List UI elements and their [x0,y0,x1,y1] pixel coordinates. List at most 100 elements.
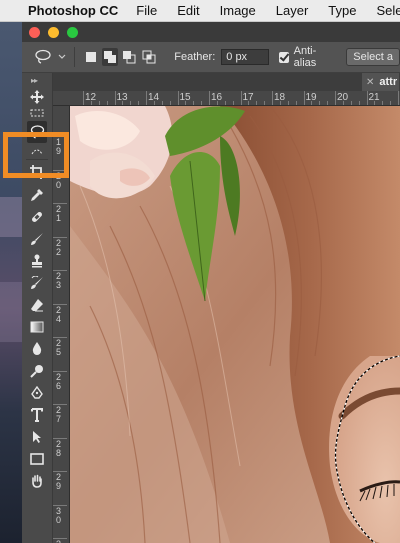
ruler-tick-label: 12 [85,92,97,103]
pen-tool-button[interactable] [27,383,47,403]
ruler-minor-tick [130,101,132,105]
hand-tool-icon [32,474,42,488]
lasso-tool-highlight [3,132,69,178]
ruler-tick-label: 13 [116,92,128,103]
ruler-major-tick [114,91,116,105]
blur-tool-button[interactable] [27,339,47,359]
ruler-tick-label: 17 [242,92,254,103]
ruler-tick-label: 2 6 [56,371,62,391]
subtract-from-selection-button[interactable] [122,48,137,66]
tool-preset-picker[interactable] [34,46,66,68]
macos-menu-bar: Photoshop CC File Edit Image Layer Type … [0,0,400,22]
blur-tool-icon [32,342,42,355]
ruler-minor-tick [201,101,203,105]
healing-brush-tool-icon [32,212,42,222]
ruler-tick-label: 14 [148,92,160,103]
anti-alias-label: Anti-alias [293,45,317,69]
move-tool-icon [30,90,44,104]
select-and-mask-button[interactable]: Select a [346,48,400,66]
ruler-origin[interactable] [53,91,76,106]
type-tool-icon [31,408,43,422]
ruler-tick-label: 2 4 [56,304,62,324]
ruler-minor-tick [138,101,140,105]
healing-brush-tool-button[interactable] [27,207,47,227]
ruler-minor-tick [358,101,360,105]
rectangle-tool-button[interactable] [27,449,47,469]
menu-type[interactable]: Type [328,3,356,18]
feather-input[interactable] [221,49,270,65]
history-brush-tool-icon [31,276,43,289]
path-selection-tool-button[interactable] [27,427,47,447]
marquee-tool-button[interactable] [27,107,47,119]
eraser-tool-button[interactable] [27,295,47,315]
brush-tool-button[interactable] [27,229,47,249]
close-tab-icon[interactable]: ✕ [366,77,374,88]
ruler-minor-tick [350,101,352,105]
ruler-minor-tick [169,101,171,105]
menu-file[interactable]: File [136,3,157,18]
type-tool-button[interactable] [27,405,47,425]
eyedropper-tool-icon [31,189,43,201]
move-tool-button[interactable] [27,87,47,107]
ruler-minor-tick [327,101,329,105]
document-tab-title: attr [379,76,398,88]
brush-tool-icon [31,233,43,245]
ruler-tick-label: 2 8 [56,438,62,458]
menu-layer[interactable]: Layer [276,3,309,18]
dodge-tool-button[interactable] [27,361,47,381]
ruler-tick-label: 18 [274,92,286,103]
ruler-major-tick [209,91,210,105]
pen-tool-icon [31,386,43,399]
ruler-major-tick [303,91,305,105]
ruler-tick-label: 2 1 [56,204,62,223]
ruler-tick-label: 16 [211,92,223,103]
close-window-button[interactable] [29,27,40,38]
ruler-tick-label: 19 [305,92,317,103]
menu-select[interactable]: Select [376,3,400,18]
history-brush-tool-button[interactable] [27,273,47,293]
ruler-minor-tick [295,101,297,105]
ruler-tick-label: 2 7 [56,405,62,424]
ruler-major-tick [335,91,336,105]
minimize-window-button[interactable] [48,27,59,38]
portrait-photo [70,106,400,543]
eraser-tool-icon [31,299,43,312]
ruler-minor-tick [232,101,234,105]
ruler-major-tick [398,91,399,105]
ruler-tick-label: 2 5 [56,338,62,357]
ruler-minor-tick [98,101,100,105]
ruler-minor-tick [224,101,226,105]
ruler-major-tick [177,91,179,105]
collapse-panel-icon[interactable]: ▸▸ [31,76,38,85]
document-tab[interactable]: ✕ attr [362,73,399,91]
document-tab-bar [53,73,400,91]
ruler-minor-tick [264,101,266,105]
ruler-major-tick [146,91,147,105]
ruler-minor-tick [382,101,384,105]
image-canvas[interactable] [70,106,400,543]
add-to-selection-button[interactable] [102,48,118,66]
clone-stamp-tool-button[interactable] [27,251,47,271]
hand-tool-button[interactable] [27,471,47,491]
intersect-selection-button[interactable] [141,48,156,66]
menu-image[interactable]: Image [220,3,256,18]
subtract-selection-icon [123,51,136,64]
menu-edit[interactable]: Edit [177,3,199,18]
gradient-tool-button[interactable] [27,317,47,337]
maximize-window-button[interactable] [67,27,78,38]
eyedropper-tool-button[interactable] [27,185,47,205]
path-selection-tool-icon [33,431,41,443]
ruler-tick-label: 2 9 [56,472,62,491]
ruler-minor-tick [287,101,289,105]
horizontal-ruler[interactable]: 1213141516171819202122 [75,91,400,106]
intersect-selection-icon [142,50,156,64]
new-selection-icon [85,52,96,62]
anti-alias-checkbox[interactable] [279,51,289,63]
ruler-tick-label: 2 2 [56,237,62,257]
options-divider [74,47,75,67]
new-selection-button[interactable] [83,48,98,66]
ruler-minor-tick [161,101,163,105]
ruler-tick-label: 2 3 [56,271,62,290]
clone-stamp-tool-icon [32,254,42,268]
app-menu[interactable]: Photoshop CC [28,3,118,18]
